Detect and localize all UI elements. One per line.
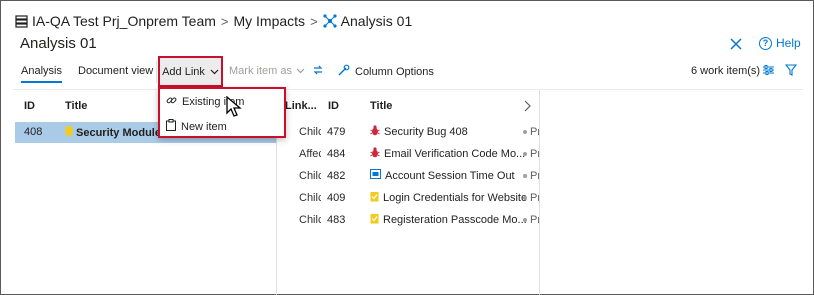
row-state: Pr <box>523 192 539 204</box>
state-dot-icon <box>523 174 527 178</box>
menu-item-new-item[interactable]: New item <box>166 119 227 134</box>
filter-icon[interactable] <box>784 64 798 79</box>
mark-item-as-button[interactable]: Mark item as <box>229 65 305 77</box>
column-options-label: Column Options <box>355 66 434 78</box>
work-item-count: 6 work item(s) <box>691 65 761 77</box>
state-dot-icon <box>523 218 527 222</box>
table-row[interactable]: Chilc 482 Account Session Time Out Pr <box>277 166 539 187</box>
project-icon <box>15 14 28 28</box>
breadcrumb-current: Analysis 01 <box>340 13 413 29</box>
right-header-title[interactable]: Title <box>370 100 392 112</box>
tab-analysis[interactable]: Analysis <box>21 65 62 83</box>
pane-divider <box>539 90 540 295</box>
impact-analysis-icon <box>323 14 337 28</box>
help-icon: ? <box>759 36 772 50</box>
row-title[interactable]: Email Verification Code Mo... <box>384 148 525 160</box>
row-id: 482 <box>327 170 346 182</box>
add-link-menu: Existing item New item <box>158 87 286 138</box>
row-id: 484 <box>327 148 346 160</box>
right-header-id[interactable]: ID <box>328 100 339 112</box>
table-row[interactable]: Chilc 409 Login Credentials for Website … <box>277 188 539 209</box>
row-title[interactable]: Registeration Passcode Mo... <box>383 214 527 226</box>
state-dot-icon <box>523 130 527 134</box>
mouse-cursor-icon <box>226 95 242 123</box>
link-type: Chilc <box>299 126 321 138</box>
close-icon[interactable] <box>730 37 744 51</box>
row-state: Pr <box>523 170 539 182</box>
app-window: IA-QA Test Prj_Onprem Team > My Impacts … <box>0 0 814 295</box>
breadcrumb-project[interactable]: IA-QA Test Prj_Onprem Team <box>32 13 216 29</box>
table-row[interactable]: Chilc 479 Security Bug 408 Pr <box>277 122 539 143</box>
tab-document-view[interactable]: Document view <box>78 65 153 77</box>
settings-sliders-icon[interactable] <box>762 64 775 79</box>
bug-icon <box>370 125 380 139</box>
chevron-right-icon[interactable] <box>523 99 531 117</box>
link-icon <box>166 95 177 109</box>
row-state: Pr <box>523 148 539 160</box>
left-header-id[interactable]: ID <box>24 100 35 112</box>
add-link-button[interactable]: Add Link <box>158 56 223 87</box>
row-state-text: Pr <box>530 192 539 204</box>
row-state-text: Pr <box>530 214 539 226</box>
row-state-text: Pr <box>530 126 539 138</box>
state-dot-icon <box>523 196 527 200</box>
row-title-cell: Login Credentials for Website <box>370 191 527 205</box>
story-icon <box>370 213 379 227</box>
sync-icon[interactable] <box>312 64 324 79</box>
row-state-text: Pr <box>530 148 539 160</box>
row-id: 483 <box>327 214 346 226</box>
breadcrumb-separator: > <box>220 13 229 29</box>
column-options-button[interactable]: Column Options <box>337 64 434 80</box>
row-state: Pr <box>523 214 539 226</box>
right-header-link[interactable]: Link... <box>285 100 317 112</box>
toolbar-divider <box>156 61 157 83</box>
left-header-title[interactable]: Title <box>65 100 87 112</box>
toolbar: Analysis Document view Add Link Mark ite… <box>1 56 813 89</box>
breadcrumb: IA-QA Test Prj_Onprem Team > My Impacts … <box>15 11 412 31</box>
link-type: Chilc <box>299 214 321 226</box>
story-icon <box>370 191 379 205</box>
row-title-cell: Security Bug 408 <box>370 125 468 139</box>
bug-icon <box>370 147 380 161</box>
add-link-label: Add Link <box>162 65 205 78</box>
chevron-down-icon <box>210 66 219 78</box>
row-title[interactable]: Account Session Time Out <box>385 170 515 182</box>
row-title[interactable]: Security Bug 408 <box>384 126 468 138</box>
column-options-icon <box>337 64 350 80</box>
link-type: Chilc <box>299 192 321 204</box>
breadcrumb-separator: > <box>310 13 318 29</box>
link-type: Chilc <box>299 170 321 182</box>
help-button[interactable]: ? Help <box>759 36 801 50</box>
help-label: Help <box>776 36 801 50</box>
mark-item-label: Mark item as <box>229 65 292 77</box>
row-state-text: Pr <box>530 170 539 182</box>
epic-icon <box>65 126 73 139</box>
page-title: Analysis 01 <box>20 35 97 52</box>
link-type: Affec <box>299 148 321 160</box>
menu-item-label: New item <box>181 120 227 133</box>
row-id: 409 <box>327 192 346 204</box>
row-id: 408 <box>24 126 43 138</box>
new-item-icon <box>166 119 176 134</box>
row-title-cell: Email Verification Code Mo... <box>370 147 525 161</box>
table-row[interactable]: Affec 484 Email Verification Code Mo... … <box>277 144 539 165</box>
breadcrumb-section[interactable]: My Impacts <box>233 13 305 29</box>
row-state: Pr <box>523 126 539 138</box>
row-title[interactable]: Login Credentials for Website <box>383 192 527 204</box>
row-id: 479 <box>327 126 346 138</box>
state-dot-icon <box>523 152 527 156</box>
toolbar-bottom-divider <box>13 89 803 90</box>
table-row[interactable]: Chilc 483 Registeration Passcode Mo... P… <box>277 210 539 231</box>
task-icon <box>370 169 381 182</box>
row-title-cell: Registeration Passcode Mo... <box>370 213 527 227</box>
chevron-down-icon <box>296 65 305 77</box>
row-title-cell: Account Session Time Out <box>370 169 515 182</box>
